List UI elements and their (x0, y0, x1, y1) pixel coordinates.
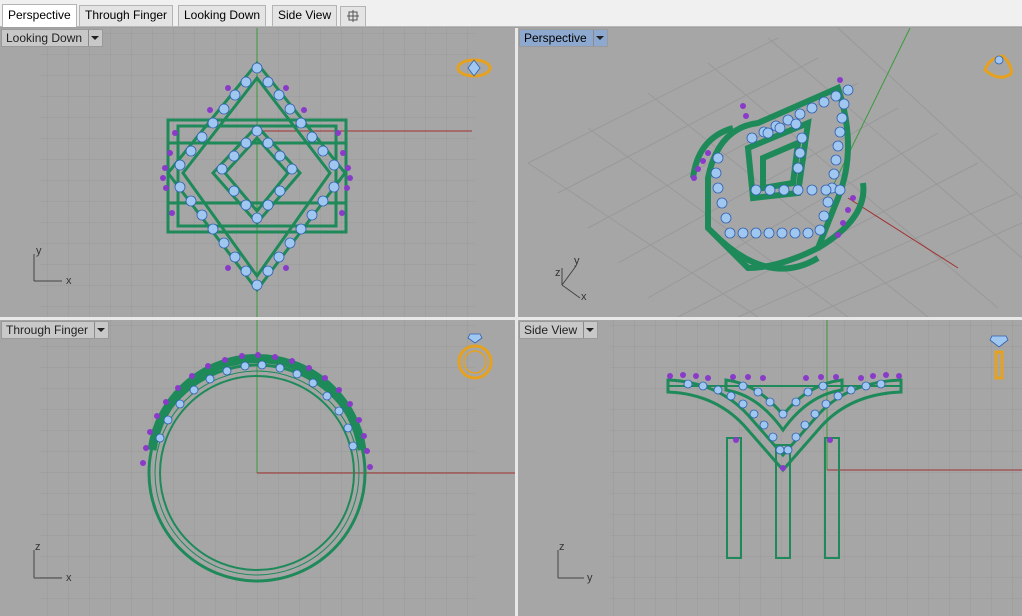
viewport-menu-dropdown-icon[interactable] (94, 322, 106, 338)
viewport-looking-down[interactable]: y x Looking Down (0, 28, 515, 317)
tab-through-finger[interactable]: Through Finger (79, 5, 174, 26)
axis-label-z: z (559, 541, 565, 553)
viewport-title-side-view[interactable]: Side View (519, 321, 599, 339)
viewport-title-through-finger[interactable]: Through Finger (1, 321, 110, 339)
ring-perspective-widget-icon[interactable] (983, 54, 1013, 79)
perspective-grid (527, 28, 1022, 317)
axis-label-y: y (587, 572, 593, 584)
axis-label-x: x (581, 291, 587, 303)
viewport-title-label: Side View (524, 323, 578, 337)
tab-perspective[interactable]: Perspective (2, 4, 77, 27)
axis-label-z: z (35, 541, 41, 553)
viewport-menu-dropdown-icon[interactable] (592, 30, 604, 46)
axis-label-x: x (66, 275, 72, 287)
viewport-menu-dropdown-icon[interactable] (88, 30, 100, 46)
viewport-through-finger[interactable]: z x Through Finger (0, 320, 515, 616)
viewport-through-finger-canvas: z x (33, 320, 515, 616)
viewport-splitter-vertical[interactable] (515, 28, 518, 616)
axis-label-z: z (555, 267, 561, 279)
viewport-title-label: Through Finger (6, 323, 89, 337)
viewport-tab-bar: Perspective Through Finger Looking Down … (0, 0, 1022, 27)
viewport-splitter-horizontal[interactable] (0, 317, 1022, 320)
add-tab-button[interactable] (340, 6, 366, 26)
axis-label-x: x (66, 572, 72, 584)
viewport-title-perspective[interactable]: Perspective (519, 29, 608, 47)
tab-side-view[interactable]: Side View (272, 5, 338, 26)
axis-indicator (561, 265, 581, 299)
viewport-title-label: Perspective (524, 31, 587, 45)
viewport-menu-dropdown-icon[interactable] (583, 322, 595, 338)
axis-indicator (557, 550, 584, 579)
viewport-side-view[interactable]: z y Side View (518, 320, 1022, 616)
viewport-looking-down-canvas: y x (33, 28, 492, 317)
viewport-perspective-canvas: z y x (527, 28, 1022, 317)
viewport-side-view-canvas: z y (557, 320, 1022, 616)
viewport-title-looking-down[interactable]: Looking Down (1, 29, 104, 47)
viewport-title-label: Looking Down (6, 31, 83, 45)
axis-label-y: y (36, 245, 42, 257)
add-tab-icon (347, 10, 359, 22)
axis-label-y: y (574, 255, 580, 267)
tab-looking-down[interactable]: Looking Down (178, 5, 267, 26)
viewport-perspective[interactable]: z y x Perspective (518, 28, 1022, 317)
